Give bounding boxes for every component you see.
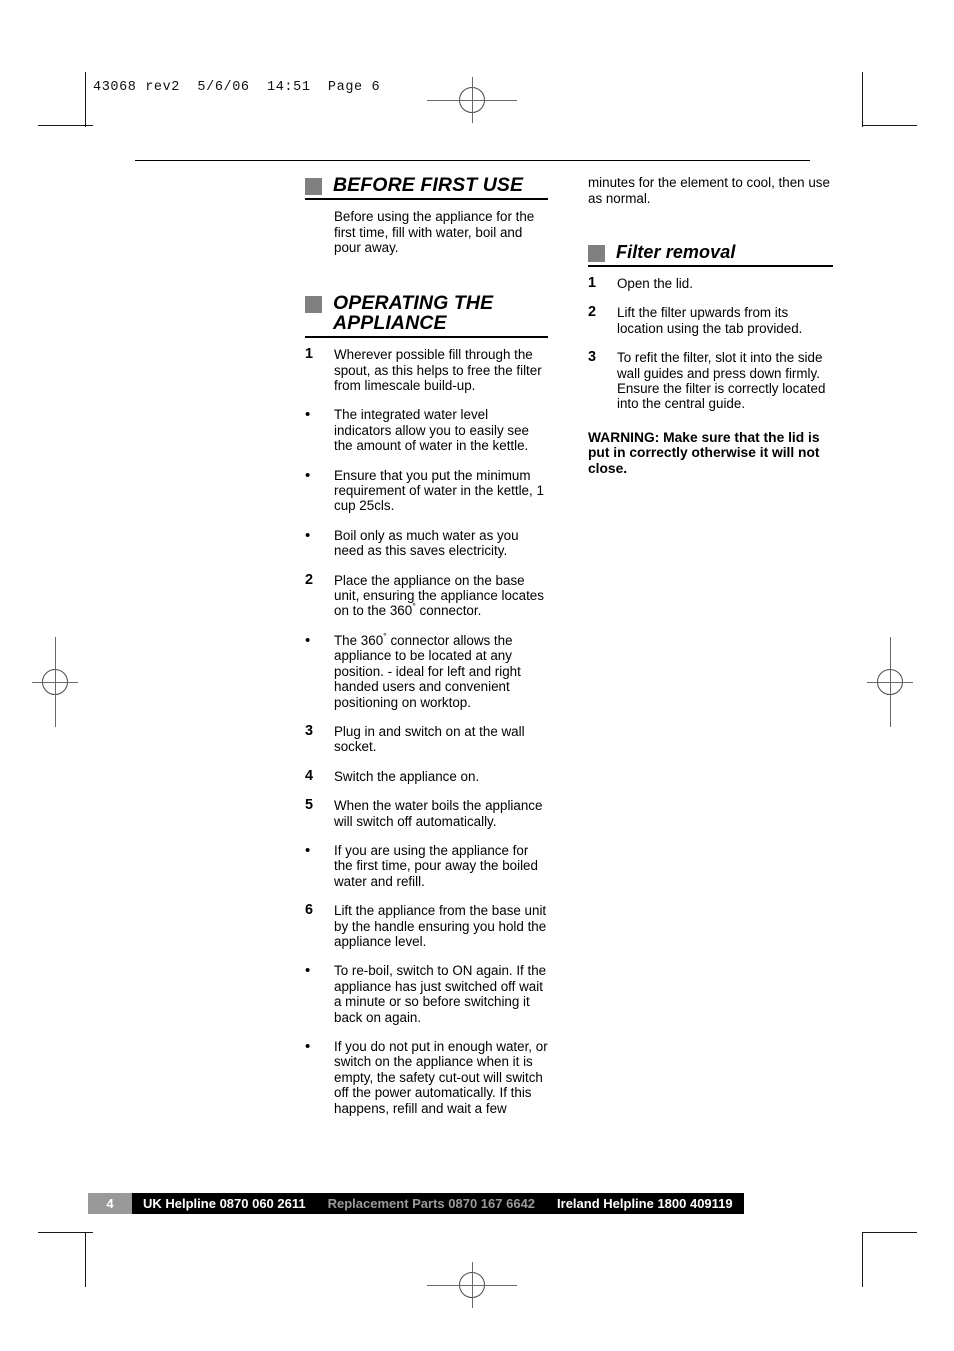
crop-mark-bottom-right-horizontal — [862, 1232, 917, 1233]
list-text-pre: The 360 — [334, 632, 384, 648]
registration-crosshair-vertical — [55, 637, 56, 727]
warning-text: WARNING: Make sure that the lid is put i… — [588, 429, 820, 477]
list-marker: 1 — [305, 346, 314, 363]
list-marker: • — [305, 466, 311, 484]
list-text: Open the lid. — [617, 276, 693, 291]
list-item: 3 To refit the filter, slot it into the … — [588, 350, 833, 412]
crop-mark-bottom-left-horizontal — [38, 1232, 93, 1233]
before-first-use-paragraph: Before using the appliance for the first… — [334, 209, 535, 255]
list-text: To re-boil, switch to ON again. If the a… — [334, 963, 547, 1025]
list-marker: • — [305, 1038, 311, 1056]
list-text: To refit the filter, slot it into the si… — [617, 350, 826, 412]
list-text: Boil only as much water as you need as t… — [334, 527, 519, 559]
list-marker: 3 — [588, 349, 597, 366]
list-item: 1 Wherever possible fill through the spo… — [305, 346, 548, 394]
heading-square-bullet-icon — [305, 296, 322, 314]
heading-square-bullet-icon — [305, 178, 322, 196]
heading-label: BEFORE FIRST USE — [333, 174, 524, 197]
list-item: • The 360° connector allows the applianc… — [305, 631, 548, 710]
content-top-rule — [135, 160, 810, 162]
list-text: Wherever possible fill through the spout… — [334, 347, 542, 394]
list-text: If you are using the appliance for the f… — [334, 842, 538, 889]
list-text: Ensure that you put the minimum requirem… — [334, 467, 544, 514]
page-content: BEFORE FIRST USE Before using the applia… — [135, 160, 833, 1130]
list-text: Plug in and switch on at the wall socket… — [334, 723, 525, 755]
list-marker: • — [305, 631, 311, 649]
crop-mark-top-left-vertical — [85, 72, 86, 127]
list-item: 4 Switch the appliance on. — [305, 767, 548, 784]
crop-mark-top-right-horizontal — [862, 125, 917, 126]
list-text: If you do not put in enough water, or sw… — [334, 1039, 548, 1116]
footer-helpline-bar: UK Helpline 0870 060 2611 Replacement Pa… — [132, 1193, 744, 1214]
list-text: The integrated water level indicators al… — [334, 407, 530, 454]
crop-mark-bottom-left-vertical — [85, 1232, 86, 1287]
section-heading-filter-removal: Filter removal — [588, 242, 833, 267]
right-column: minutes for the element to cool, then us… — [588, 175, 833, 476]
ireland-helpline-text: Ireland Helpline 1800 409119 — [557, 1196, 733, 1211]
list-item: • To re-boil, switch to ON again. If the… — [305, 963, 548, 1025]
operating-instructions-list: 1 Wherever possible fill through the spo… — [305, 346, 548, 1116]
uk-helpline-text: UK Helpline 0870 060 2611 — [143, 1196, 306, 1211]
heading-row: OPERATING THE APPLIANCE — [305, 293, 548, 333]
list-marker: 2 — [588, 304, 597, 321]
list-text-post: connector. — [415, 603, 482, 619]
list-marker: • — [305, 962, 311, 980]
list-item: • Ensure that you put the minimum requir… — [305, 466, 548, 514]
list-marker: • — [305, 841, 311, 859]
list-item: 5 When the water boils the appliance wil… — [305, 797, 548, 829]
heading-row: Filter removal — [588, 242, 833, 263]
list-text: When the water boils the appliance will … — [334, 798, 543, 829]
page-number: 4 — [88, 1193, 132, 1214]
list-item: • If you are using the appliance for the… — [305, 843, 548, 889]
list-item: 6 Lift the appliance from the base unit … — [305, 902, 548, 949]
continuation-paragraph: minutes for the element to cool, then us… — [588, 175, 830, 206]
list-marker: 4 — [305, 767, 314, 784]
heading-row: BEFORE FIRST USE — [305, 174, 548, 197]
section-heading-operating-the-appliance: OPERATING THE APPLIANCE — [305, 293, 548, 339]
list-marker: 1 — [588, 275, 597, 291]
heading-underline — [305, 336, 548, 339]
list-marker: 2 — [305, 571, 314, 588]
two-column-layout: BEFORE FIRST USE Before using the applia… — [135, 175, 833, 1130]
heading-label: Filter removal — [616, 242, 736, 263]
list-marker: • — [305, 406, 311, 424]
list-marker: 6 — [305, 902, 314, 919]
heading-underline — [588, 265, 833, 267]
replacement-parts-text: Replacement Parts 0870 167 6642 — [327, 1196, 536, 1211]
registration-crosshair-vertical — [890, 637, 891, 727]
registration-crosshair-vertical — [472, 1262, 473, 1308]
list-text: The 360° connector allows the appliance … — [334, 632, 548, 710]
list-item: 2 Lift the filter upwards from its locat… — [588, 305, 833, 336]
list-item: 3 Plug in and switch on at the wall sock… — [305, 722, 548, 755]
list-text: Place the appliance on the base unit, en… — [334, 573, 548, 619]
list-text: Switch the appliance on. — [334, 768, 480, 784]
list-marker: 3 — [305, 722, 314, 739]
list-item: • Boil only as much water as you need as… — [305, 528, 548, 559]
section-heading-before-first-use: BEFORE FIRST USE — [305, 174, 548, 201]
list-text: Lift the appliance from the base unit by… — [334, 903, 547, 949]
crop-mark-bottom-right-vertical — [862, 1232, 863, 1287]
heading-square-bullet-icon — [588, 245, 605, 263]
filter-removal-list: 1 Open the lid. 2 Lift the filter upward… — [588, 275, 833, 412]
crop-mark-top-right-vertical — [862, 72, 863, 127]
prepress-job-header: 43068 rev2 5/6/06 14:51 Page 6 — [93, 80, 381, 95]
heading-underline — [305, 198, 548, 201]
list-item: 1 Open the lid. — [588, 275, 833, 291]
list-text: Lift the filter upwards from its locatio… — [617, 305, 803, 336]
list-marker: • — [305, 526, 311, 544]
crop-mark-top-left-horizontal — [38, 125, 93, 126]
list-marker: 5 — [305, 797, 314, 814]
list-item: • The integrated water level indicators … — [305, 407, 548, 453]
heading-label: OPERATING THE APPLIANCE — [333, 292, 494, 335]
left-column: BEFORE FIRST USE Before using the applia… — [305, 175, 548, 1130]
registration-crosshair-vertical — [472, 77, 473, 123]
list-item: • If you do not put in enough water, or … — [305, 1039, 548, 1116]
footer-bar: 4 UK Helpline 0870 060 2611 Replacement … — [88, 1193, 744, 1214]
list-item: 2 Place the appliance on the base unit, … — [305, 571, 548, 619]
